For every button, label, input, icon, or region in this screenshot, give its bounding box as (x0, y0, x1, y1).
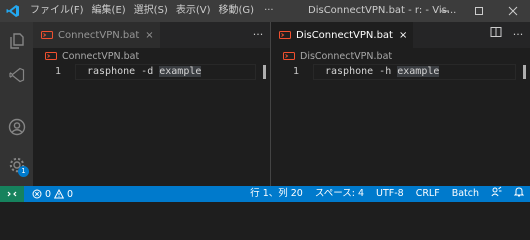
bat-file-icon (45, 51, 57, 61)
code-line[interactable]: rasphone -h example (325, 64, 440, 80)
tab-label: ConnectVPN.bat (58, 29, 140, 41)
cursor-position[interactable]: 行 1、列 20 (244, 186, 309, 202)
tab-connectvpn[interactable]: ConnectVPN.bat × (33, 22, 160, 48)
breadcrumb: ConnectVPN.bat (33, 48, 270, 64)
highlighted-word: example (397, 66, 440, 77)
end-of-line[interactable]: CRLF (410, 186, 446, 202)
files-icon (9, 33, 24, 49)
more-actions-button[interactable]: ··· (250, 22, 266, 48)
feedback-button[interactable] (485, 186, 508, 203)
menu-edit[interactable]: 編集(E) (88, 0, 130, 22)
problems-indicator[interactable]: 0 0 (32, 189, 73, 200)
bell-icon (513, 186, 525, 196)
language-mode[interactable]: Batch (446, 186, 485, 202)
accounts-button[interactable] (0, 112, 33, 142)
account-icon (8, 118, 25, 136)
menu-view[interactable]: 表示(V) (172, 0, 215, 22)
code-editor[interactable]: 1 rasphone -h example (271, 64, 530, 80)
status-bar: 0 0 行 1、列 20 スペース: 4 UTF-8 CRLF Batch (0, 186, 530, 202)
split-editor-icon (490, 27, 502, 37)
extensions-button[interactable] (0, 60, 33, 90)
minimize-button[interactable] (428, 0, 462, 22)
code-editor[interactable]: 1 rasphone -d example (33, 64, 270, 80)
breadcrumb: DisConnectVPN.bat (271, 48, 530, 64)
activity-bar (0, 22, 33, 186)
remote-indicator-button[interactable] (0, 186, 24, 202)
line-number: 1 (293, 66, 300, 77)
vscode-icon (8, 67, 24, 83)
tab-label: DisConnectVPN.bat (296, 29, 393, 41)
bat-file-icon (279, 30, 291, 40)
tab-disconnectvpn[interactable]: DisConnectVPN.bat × (271, 22, 414, 48)
title-bar: ファイル(F) 編集(E) 選択(S) 表示(V) 移動(G) ··· DisC… (0, 0, 530, 22)
warning-icon (54, 189, 65, 199)
feedback-icon (491, 186, 502, 196)
breadcrumb-file[interactable]: ConnectVPN.bat (62, 51, 139, 62)
notifications-button[interactable] (508, 186, 530, 203)
minimap-slider[interactable] (523, 65, 526, 79)
tab-bar: ConnectVPN.bat × ··· (33, 22, 270, 48)
error-icon (32, 189, 42, 199)
breadcrumb-file[interactable]: DisConnectVPN.bat (300, 51, 392, 62)
vscode-logo-icon (0, 0, 26, 22)
line-number: 1 (55, 66, 62, 77)
warning-count: 0 (67, 188, 74, 200)
tab-close-icon[interactable]: × (399, 30, 407, 41)
menu-go[interactable]: 移動(G) (215, 0, 259, 22)
code-line[interactable]: rasphone -d example (87, 64, 202, 80)
minimize-icon (441, 10, 449, 12)
manage-button[interactable] (0, 150, 33, 180)
menu-more-button[interactable]: ··· (258, 0, 280, 22)
menu-selection[interactable]: 選択(S) (130, 0, 172, 22)
menu-file[interactable]: ファイル(F) (26, 0, 88, 22)
maximize-icon (475, 7, 483, 15)
close-icon (508, 6, 518, 16)
tab-actions: ··· (488, 22, 526, 48)
close-window-button[interactable] (496, 0, 530, 22)
error-count: 0 (45, 188, 52, 200)
bat-file-icon (283, 51, 295, 61)
status-right: 行 1、列 20 スペース: 4 UTF-8 CRLF Batch (244, 186, 530, 202)
code-text: rasphone -h (325, 66, 398, 77)
split-editor-button[interactable] (488, 22, 504, 48)
remote-icon (7, 191, 17, 197)
tab-actions: ··· (250, 22, 266, 48)
minimap-slider[interactable] (263, 65, 266, 79)
menu-bar: ファイル(F) 編集(E) 選択(S) 表示(V) 移動(G) ··· (26, 0, 280, 22)
editor-group-left: ConnectVPN.bat × ··· ConnectVPN.bat 1 ra… (33, 22, 270, 186)
explorer-button[interactable] (0, 26, 33, 56)
editor-group-right: DisConnectVPN.bat × ··· DisConnectVPN.ba… (271, 22, 530, 186)
indentation[interactable]: スペース: 4 (309, 186, 370, 202)
encoding[interactable]: UTF-8 (370, 186, 410, 202)
bat-file-icon (41, 30, 53, 40)
tab-close-icon[interactable]: × (145, 30, 153, 41)
maximize-button[interactable] (462, 0, 496, 22)
highlighted-word: example (159, 66, 202, 77)
code-text: rasphone -d (87, 66, 160, 77)
settings-update-badge: 1 (18, 166, 29, 177)
tab-bar: DisConnectVPN.bat × ··· (271, 22, 530, 48)
more-actions-button[interactable]: ··· (510, 22, 526, 48)
window-controls (428, 0, 530, 22)
